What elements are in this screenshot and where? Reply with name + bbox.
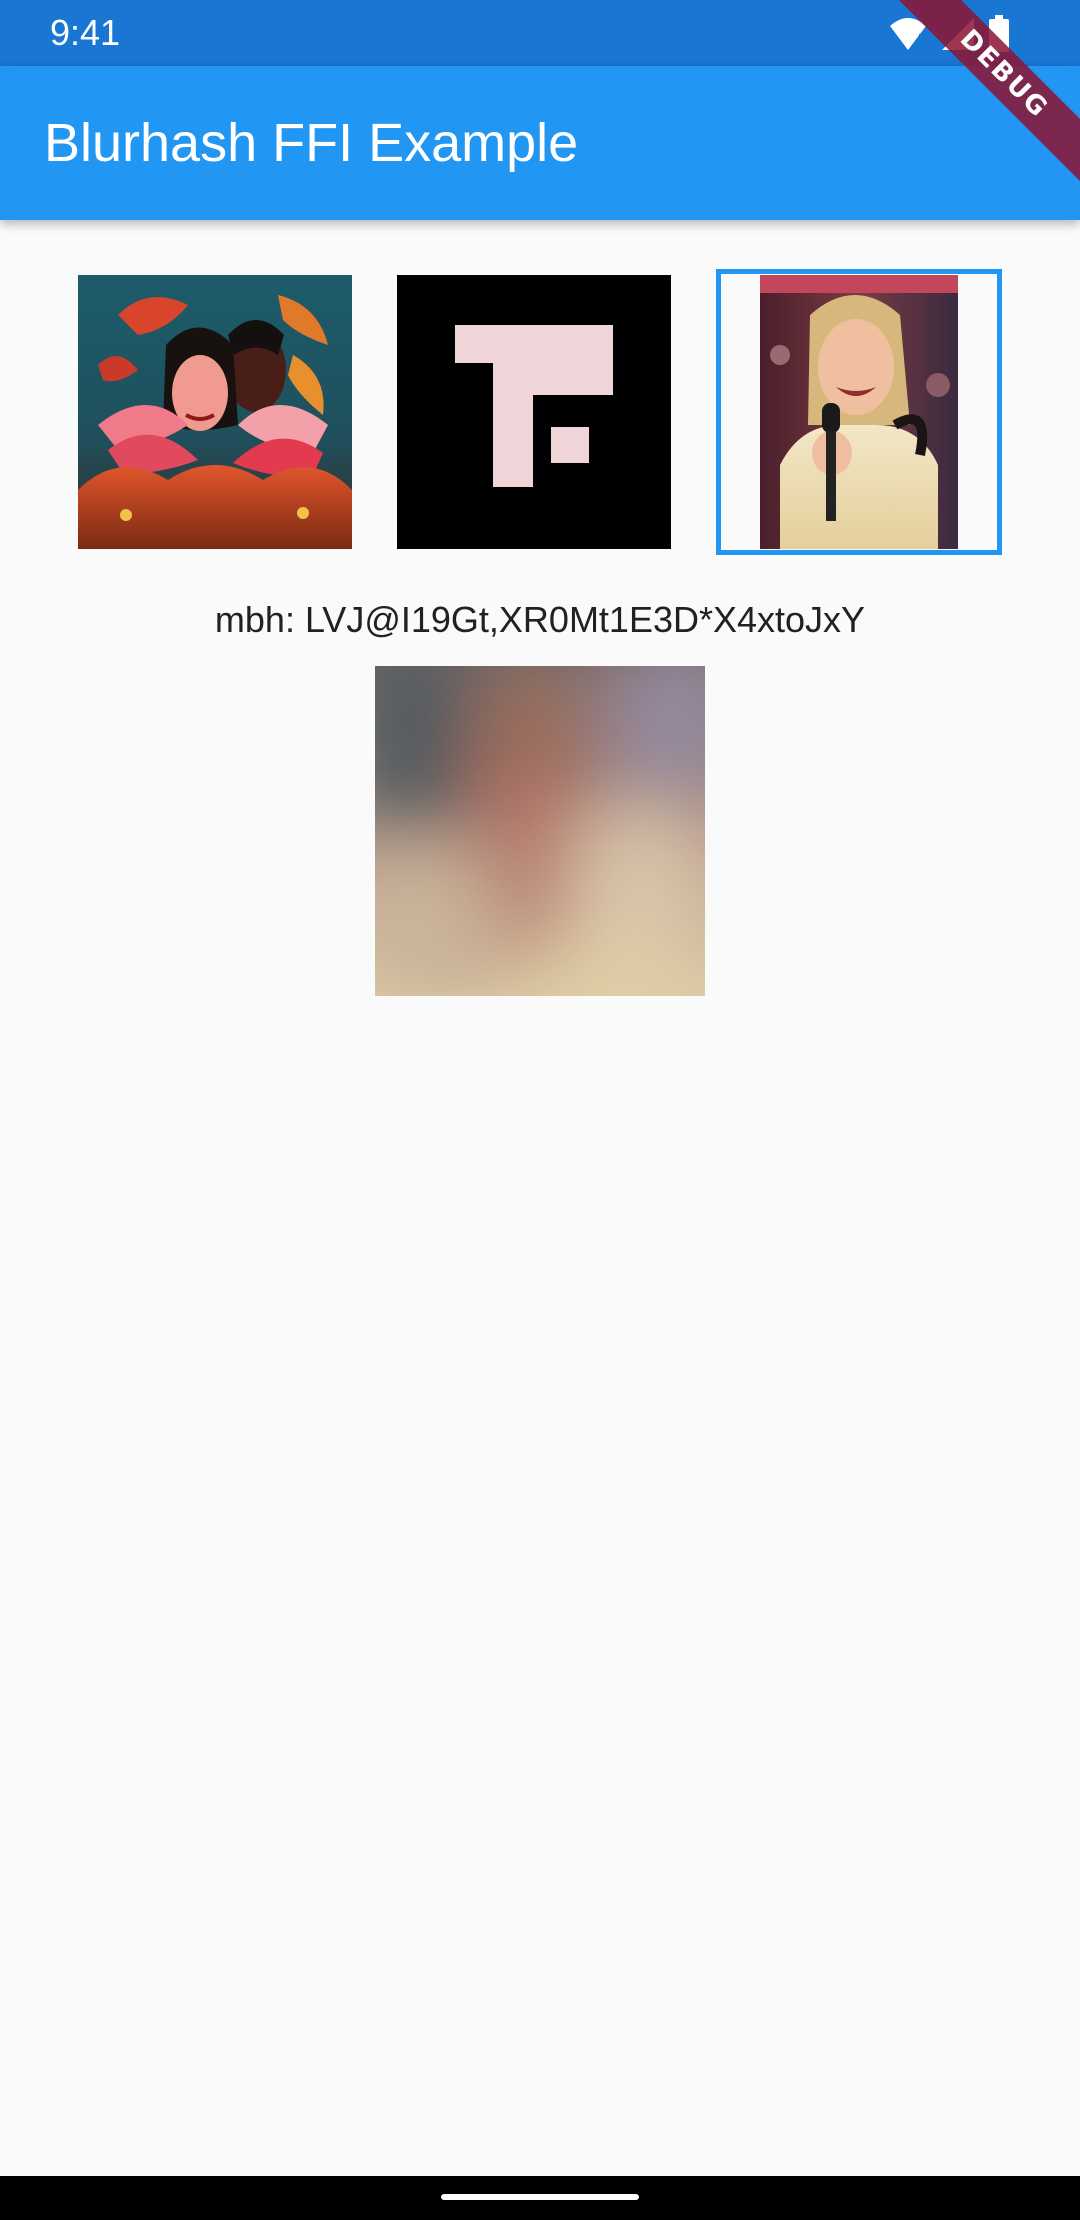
thumbnail-pixel-glyph[interactable] <box>397 275 671 549</box>
woman-with-microphone-image <box>760 275 958 549</box>
cell-signal-icon <box>942 18 974 50</box>
home-gesture-handle[interactable] <box>441 2194 639 2200</box>
battery-icon <box>989 15 1009 52</box>
status-icons <box>888 14 1010 54</box>
status-bar: 9:41 <box>0 0 1080 66</box>
navigation-bar <box>0 2176 1080 2220</box>
blurred-image <box>375 666 705 996</box>
blurhash-preview <box>375 666 705 996</box>
app-title: Blurhash FFI Example <box>44 113 579 173</box>
thumbnail-illustrated-portrait[interactable] <box>78 275 352 549</box>
app-bar: Blurhash FFI Example <box>0 66 1080 220</box>
wifi-icon <box>890 18 926 50</box>
illustrated-portrait-image <box>78 275 352 549</box>
pixel-glyph-image <box>397 275 671 549</box>
blurhash-label: mbh: LVJ@I19Gt,XR0Mt1E3D*X4xtoJxY <box>214 599 866 640</box>
status-time: 9:41 <box>50 12 121 53</box>
thumbnail-woman-with-microphone[interactable] <box>716 269 1002 555</box>
